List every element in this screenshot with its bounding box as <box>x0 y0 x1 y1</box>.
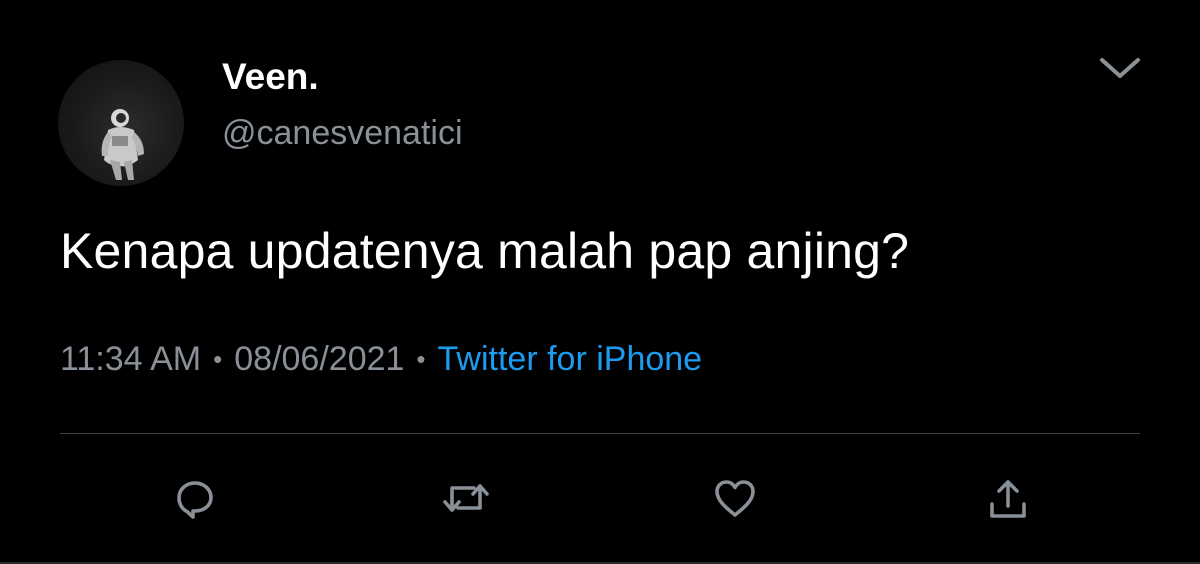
reply-button[interactable] <box>167 470 223 526</box>
user-handle[interactable]: @canesvenatici <box>222 114 463 153</box>
heart-icon <box>715 480 755 517</box>
retweet-button[interactable] <box>438 470 494 526</box>
share-button[interactable] <box>980 470 1036 526</box>
reply-icon <box>177 481 213 519</box>
tweet-meta: 11:34 AM • 08/06/2021 • Twitter for iPho… <box>60 340 702 379</box>
separator-dot: • <box>213 344 223 374</box>
chevron-down-icon <box>1100 58 1140 78</box>
share-icon <box>990 480 1026 518</box>
avatar[interactable] <box>58 60 184 186</box>
tweet-date: 08/06/2021 <box>234 340 405 378</box>
tweet-source-link[interactable]: Twitter for iPhone <box>438 340 703 379</box>
tweet: Veen. @canesvenatici Kenapa updatenya ma… <box>0 0 1200 564</box>
tweet-time: 11:34 AM <box>60 340 202 378</box>
separator-dot: • <box>416 344 426 374</box>
display-name[interactable]: Veen. <box>222 56 319 98</box>
retweet-icon <box>443 484 489 512</box>
divider <box>60 433 1140 434</box>
more-options-button[interactable] <box>1094 50 1146 86</box>
astronaut-icon <box>101 109 144 180</box>
action-bar <box>0 470 1200 526</box>
like-button[interactable] <box>707 470 763 526</box>
tweet-text: Kenapa updatenya malah pap anjing? <box>60 223 910 279</box>
